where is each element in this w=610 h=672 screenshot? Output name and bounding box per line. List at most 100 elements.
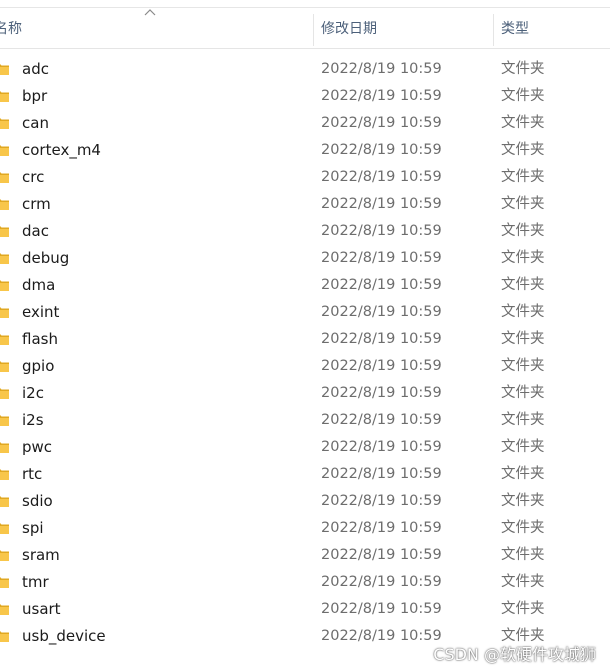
file-type: 文件夹 — [501, 466, 545, 482]
file-name[interactable]: crc — [22, 164, 44, 191]
file-name[interactable]: gpio — [22, 353, 54, 380]
file-modified-date: 2022/8/19 10:59 — [321, 304, 442, 320]
file-modified-date: 2022/8/19 10:59 — [321, 412, 442, 428]
file-name[interactable]: can — [22, 110, 49, 137]
file-name[interactable]: adc — [22, 56, 49, 83]
folder-icon — [0, 64, 9, 75]
file-type: 文件夹 — [501, 169, 545, 185]
file-modified-date: 2022/8/19 10:59 — [321, 142, 442, 158]
file-modified-date: 2022/8/19 10:59 — [321, 628, 442, 644]
file-type: 文件夹 — [501, 223, 545, 239]
column-header-bar: 名称 修改日期 类型 — [0, 0, 610, 49]
column-header-type[interactable]: 类型 — [501, 8, 606, 48]
file-name[interactable]: sram — [22, 542, 60, 569]
file-modified-date: 2022/8/19 10:59 — [321, 547, 442, 563]
file-row[interactable]: debug 2022/8/19 10:59 文件夹 — [0, 245, 610, 272]
column-header-type-label: 类型 — [501, 21, 529, 37]
column-header-modified-label: 修改日期 — [321, 21, 377, 37]
file-name[interactable]: debug — [22, 245, 69, 272]
file-row[interactable]: flash 2022/8/19 10:59 文件夹 — [0, 326, 610, 353]
file-type: 文件夹 — [501, 277, 545, 293]
file-modified-date: 2022/8/19 10:59 — [321, 61, 442, 77]
file-row[interactable]: dac 2022/8/19 10:59 文件夹 — [0, 218, 610, 245]
folder-icon — [0, 631, 9, 642]
file-name[interactable]: crm — [22, 191, 51, 218]
folder-icon — [0, 415, 9, 426]
folder-icon — [0, 334, 9, 345]
file-row[interactable]: sram 2022/8/19 10:59 文件夹 — [0, 542, 610, 569]
file-row[interactable]: crm 2022/8/19 10:59 文件夹 — [0, 191, 610, 218]
file-type: 文件夹 — [501, 412, 545, 428]
file-name[interactable]: dma — [22, 272, 55, 299]
file-row[interactable]: cortex_m4 2022/8/19 10:59 文件夹 — [0, 137, 610, 164]
file-name[interactable]: i2s — [22, 407, 44, 434]
file-type: 文件夹 — [501, 493, 545, 509]
file-modified-date: 2022/8/19 10:59 — [321, 439, 442, 455]
column-header-name[interactable]: 名称 — [0, 8, 304, 48]
file-type: 文件夹 — [501, 520, 545, 536]
folder-icon — [0, 523, 9, 534]
file-type: 文件夹 — [501, 196, 545, 212]
folder-icon — [0, 199, 9, 210]
watermark-text: CSDN @软硬件攻城狮 — [433, 645, 596, 664]
file-row[interactable]: gpio 2022/8/19 10:59 文件夹 — [0, 353, 610, 380]
file-type: 文件夹 — [501, 142, 545, 158]
file-row[interactable]: sdio 2022/8/19 10:59 文件夹 — [0, 488, 610, 515]
column-divider[interactable] — [313, 14, 314, 46]
file-row[interactable]: bpr 2022/8/19 10:59 文件夹 — [0, 83, 610, 110]
file-row[interactable]: i2s 2022/8/19 10:59 文件夹 — [0, 407, 610, 434]
file-type: 文件夹 — [501, 358, 545, 374]
file-row[interactable]: dma 2022/8/19 10:59 文件夹 — [0, 272, 610, 299]
file-name[interactable]: dac — [22, 218, 49, 245]
file-modified-date: 2022/8/19 10:59 — [321, 574, 442, 590]
folder-icon — [0, 118, 9, 129]
file-row[interactable]: rtc 2022/8/19 10:59 文件夹 — [0, 461, 610, 488]
file-row[interactable]: exint 2022/8/19 10:59 文件夹 — [0, 299, 610, 326]
file-type: 文件夹 — [501, 115, 545, 131]
column-header-modified[interactable]: 修改日期 — [321, 8, 491, 48]
folder-icon — [0, 550, 9, 561]
file-name[interactable]: i2c — [22, 380, 44, 407]
folder-icon — [0, 388, 9, 399]
file-name[interactable]: cortex_m4 — [22, 137, 101, 164]
file-row[interactable]: pwc 2022/8/19 10:59 文件夹 — [0, 434, 610, 461]
folder-icon — [0, 496, 9, 507]
file-name[interactable]: tmr — [22, 569, 49, 596]
file-row[interactable]: crc 2022/8/19 10:59 文件夹 — [0, 164, 610, 191]
folder-icon — [0, 469, 9, 480]
file-modified-date: 2022/8/19 10:59 — [321, 331, 442, 347]
file-modified-date: 2022/8/19 10:59 — [321, 520, 442, 536]
folder-icon — [0, 226, 9, 237]
file-row[interactable]: can 2022/8/19 10:59 文件夹 — [0, 110, 610, 137]
file-name[interactable]: exint — [22, 299, 59, 326]
file-modified-date: 2022/8/19 10:59 — [321, 277, 442, 293]
file-modified-date: 2022/8/19 10:59 — [321, 250, 442, 266]
file-name[interactable]: rtc — [22, 461, 42, 488]
file-name[interactable]: usb_device — [22, 623, 106, 650]
file-name[interactable]: flash — [22, 326, 58, 353]
file-name[interactable]: pwc — [22, 434, 52, 461]
column-divider[interactable] — [493, 14, 494, 46]
file-row[interactable]: tmr 2022/8/19 10:59 文件夹 — [0, 569, 610, 596]
folder-icon — [0, 307, 9, 318]
file-name[interactable]: bpr — [22, 83, 47, 110]
folder-icon — [0, 442, 9, 453]
file-modified-date: 2022/8/19 10:59 — [321, 601, 442, 617]
file-row[interactable]: spi 2022/8/19 10:59 文件夹 — [0, 515, 610, 542]
file-name[interactable]: sdio — [22, 488, 53, 515]
folder-icon — [0, 577, 9, 588]
file-name[interactable]: spi — [22, 515, 44, 542]
file-row[interactable]: i2c 2022/8/19 10:59 文件夹 — [0, 380, 610, 407]
file-modified-date: 2022/8/19 10:59 — [321, 169, 442, 185]
file-type: 文件夹 — [501, 250, 545, 266]
folder-icon — [0, 91, 9, 102]
file-modified-date: 2022/8/19 10:59 — [321, 223, 442, 239]
file-row[interactable]: usart 2022/8/19 10:59 文件夹 — [0, 596, 610, 623]
file-name[interactable]: usart — [22, 596, 61, 623]
file-modified-date: 2022/8/19 10:59 — [321, 88, 442, 104]
folder-icon — [0, 361, 9, 372]
file-modified-date: 2022/8/19 10:59 — [321, 466, 442, 482]
file-row[interactable]: adc 2022/8/19 10:59 文件夹 — [0, 56, 610, 83]
file-type: 文件夹 — [501, 385, 545, 401]
file-type: 文件夹 — [501, 547, 545, 563]
